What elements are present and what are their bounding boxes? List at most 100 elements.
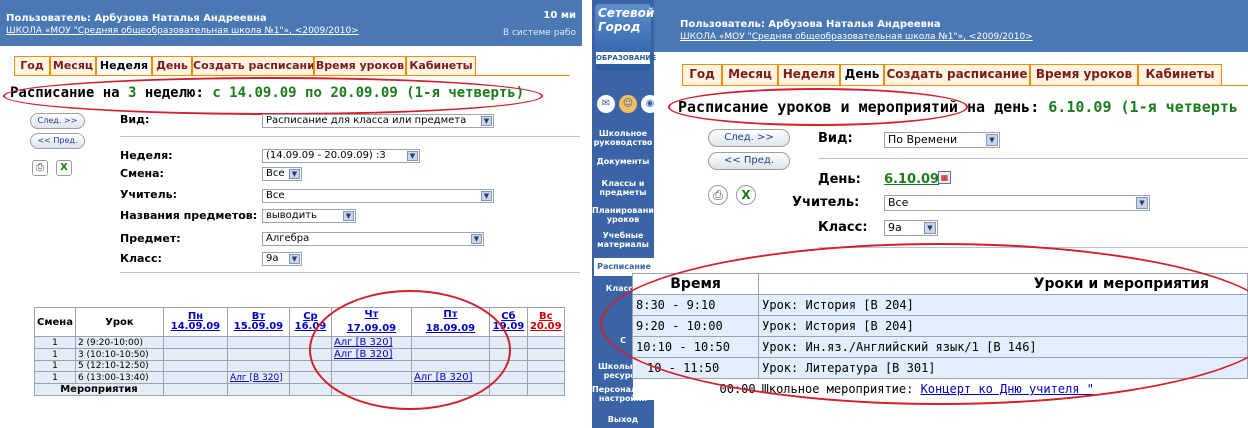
cell-time: 10:10 - 10:50 bbox=[631, 336, 760, 358]
lesson-link[interactable]: Алг [В 320] bbox=[410, 371, 490, 384]
cell-event: Урок: Ин.яз./Английский язык/1 [В 146] bbox=[758, 336, 1248, 358]
view-select[interactable]: Расписание для класса или предмета ▼ bbox=[262, 114, 494, 128]
table-row: 16 (13:00-13:40) Алг [В 320] Алг [В 320] bbox=[34, 371, 565, 384]
mail-icon[interactable]: ✉ bbox=[597, 95, 615, 113]
subject-names-select[interactable]: выводить ▼ bbox=[262, 209, 356, 223]
teacher-select[interactable]: Все ▼ bbox=[884, 195, 1150, 211]
table-row: 9:20 - 10:00 Урок: История [В 204] bbox=[631, 315, 1248, 337]
tab-create-schedule[interactable]: Создать расписание bbox=[192, 56, 314, 75]
cell-time: 8:30 - 9:10 bbox=[631, 294, 760, 316]
next-button[interactable]: След. >> bbox=[708, 129, 790, 147]
cell bbox=[226, 348, 290, 361]
day-value-link[interactable]: 6.10.09 bbox=[884, 172, 939, 187]
form-divider bbox=[818, 247, 1248, 248]
cell bbox=[488, 383, 528, 396]
cell bbox=[288, 383, 332, 396]
chevron-down-icon: ▼ bbox=[343, 211, 354, 221]
lesson-link[interactable]: Алг [В 320] bbox=[330, 348, 412, 361]
cell-event: Школьное мероприятие: Концерт ко Дню учи… bbox=[758, 378, 1248, 400]
cell bbox=[162, 383, 228, 396]
day-header-wed[interactable]: Ср 16.09 bbox=[288, 307, 332, 337]
cell bbox=[526, 348, 565, 361]
prev-button[interactable]: << Пред. bbox=[30, 133, 85, 149]
tab-month[interactable]: Месяц bbox=[50, 56, 96, 75]
table-row: 00:00 Школьное мероприятие: Концерт ко Дн… bbox=[632, 378, 1248, 400]
cell bbox=[410, 383, 490, 396]
view-label: Вид: bbox=[818, 131, 853, 146]
cell bbox=[526, 360, 565, 372]
tab-week[interactable]: Неделя bbox=[778, 64, 840, 85]
tab-day[interactable]: День bbox=[152, 56, 192, 75]
tab-lesson-times[interactable]: Время уроков bbox=[314, 56, 406, 75]
form-divider bbox=[120, 272, 580, 273]
next-button[interactable]: След. >> bbox=[30, 113, 85, 129]
tab-create-schedule[interactable]: Создать расписание bbox=[884, 64, 1030, 85]
shift-label: Смена: bbox=[120, 167, 164, 180]
chevron-down-icon: ▼ bbox=[289, 254, 300, 264]
tab-year[interactable]: Год bbox=[14, 56, 50, 75]
teacher-label: Учитель: bbox=[120, 188, 177, 201]
nav-materials[interactable]: Учебные материалы bbox=[592, 231, 654, 249]
menu-icon[interactable]: ◉ bbox=[641, 95, 659, 113]
cell bbox=[288, 371, 332, 384]
excel-icon[interactable]: X bbox=[56, 160, 72, 176]
day-header-tue[interactable]: Вт 15.09.09 bbox=[226, 307, 290, 337]
cell-shift: 1 bbox=[34, 336, 76, 349]
day-header-sat[interactable]: Сб 19.09 bbox=[488, 307, 528, 337]
lesson-link[interactable]: Алг [В 320] bbox=[330, 336, 412, 349]
cell-lesson: 5 (12:10-12:50) bbox=[74, 360, 164, 372]
tab-rooms[interactable]: Кабинеты bbox=[406, 56, 476, 75]
printer-icon[interactable]: ⎙ bbox=[708, 185, 728, 205]
nav-school-management[interactable]: Школьное руководство bbox=[592, 129, 654, 147]
class-select[interactable]: 9а ▼ bbox=[884, 220, 938, 236]
cell bbox=[330, 360, 412, 372]
chevron-down-icon: ▼ bbox=[481, 116, 492, 126]
class-select[interactable]: 9а ▼ bbox=[262, 252, 302, 266]
right-screenshot: Сетевой Город ОБРАЗОВАНИЕ ✉ ☺ ◉ Школьное… bbox=[592, 0, 1248, 428]
cell bbox=[488, 336, 528, 349]
week-select[interactable]: (14.09.09 - 20.09.09) :3 ▼ bbox=[262, 149, 420, 163]
cell-time: 9:20 - 10:00 bbox=[631, 315, 760, 337]
tab-year[interactable]: Год bbox=[682, 64, 722, 85]
calendar-icon[interactable]: ▦ bbox=[938, 171, 951, 184]
cell bbox=[162, 360, 228, 372]
nav-lesson-planning[interactable]: Планирование уроков bbox=[592, 206, 659, 224]
printer-icon[interactable]: ⎙ bbox=[32, 160, 48, 176]
cell-time: 10 - 11:50 bbox=[631, 357, 760, 379]
tab-week[interactable]: Неделя bbox=[96, 56, 152, 75]
page-title: Расписание уроков и мероприятий на день:… bbox=[678, 98, 1238, 116]
teacher-select[interactable]: Все ▼ bbox=[262, 189, 494, 203]
subject-select[interactable]: Алгебра ▼ bbox=[262, 232, 484, 246]
day-header-sun[interactable]: Вс 20.09 bbox=[526, 307, 565, 337]
shift-select[interactable]: Все ▼ bbox=[262, 167, 302, 181]
nav-exit[interactable]: Выход bbox=[592, 415, 654, 424]
nav-documents[interactable]: Документы bbox=[592, 157, 654, 166]
tab-rooms[interactable]: Кабинеты bbox=[1138, 64, 1222, 85]
cell bbox=[526, 371, 565, 384]
chevron-down-icon: ▼ bbox=[924, 222, 936, 234]
nav-classes-subjects[interactable]: Классы и предметы bbox=[592, 179, 654, 197]
cell-lesson: 3 (10:10-10:50) bbox=[74, 348, 164, 361]
users-icon[interactable]: ☺ bbox=[619, 95, 637, 113]
week-schedule-table: Смена Урок Пн 14.09.09 Вт 15.09.09 Ср 16.09… bbox=[34, 307, 565, 396]
school-link[interactable]: ШКОЛА «МОУ "Средняя общеобразовательная … bbox=[680, 32, 1033, 42]
prev-button[interactable]: << Пред. bbox=[708, 152, 790, 170]
school-link[interactable]: ШКОЛА «МОУ "Средняя общеобразовательная … bbox=[6, 26, 359, 36]
view-select[interactable]: По Времени ▼ bbox=[884, 132, 1000, 148]
events-label: Мероприятия bbox=[34, 383, 164, 396]
cell bbox=[526, 383, 565, 396]
tab-day[interactable]: День bbox=[840, 64, 884, 85]
day-header-mon[interactable]: Пн 14.09.09 bbox=[162, 307, 228, 337]
tab-month[interactable]: Месяц bbox=[722, 64, 778, 85]
cell-lesson: 6 (13:00-13:40) bbox=[74, 371, 164, 384]
day-header-thu[interactable]: Чт 17.09.09 bbox=[330, 307, 412, 337]
col-shift: Смена bbox=[34, 307, 76, 337]
excel-icon[interactable]: X bbox=[736, 185, 756, 205]
lesson-link[interactable]: Алг [В 320] bbox=[226, 371, 290, 384]
left-screenshot: Пользователь: Арбузова Наталья Андреевна… bbox=[0, 0, 582, 428]
event-link[interactable]: Концерт ко Дню учителя " bbox=[921, 382, 1094, 396]
events-row: Мероприятия bbox=[34, 383, 565, 396]
tab-lesson-times[interactable]: Время уроков bbox=[1030, 64, 1138, 85]
day-header-fri[interactable]: Пт 18.09.09 bbox=[410, 307, 490, 337]
app-logo: Сетевой Город ОБРАЗОВАНИЕ bbox=[595, 4, 656, 70]
